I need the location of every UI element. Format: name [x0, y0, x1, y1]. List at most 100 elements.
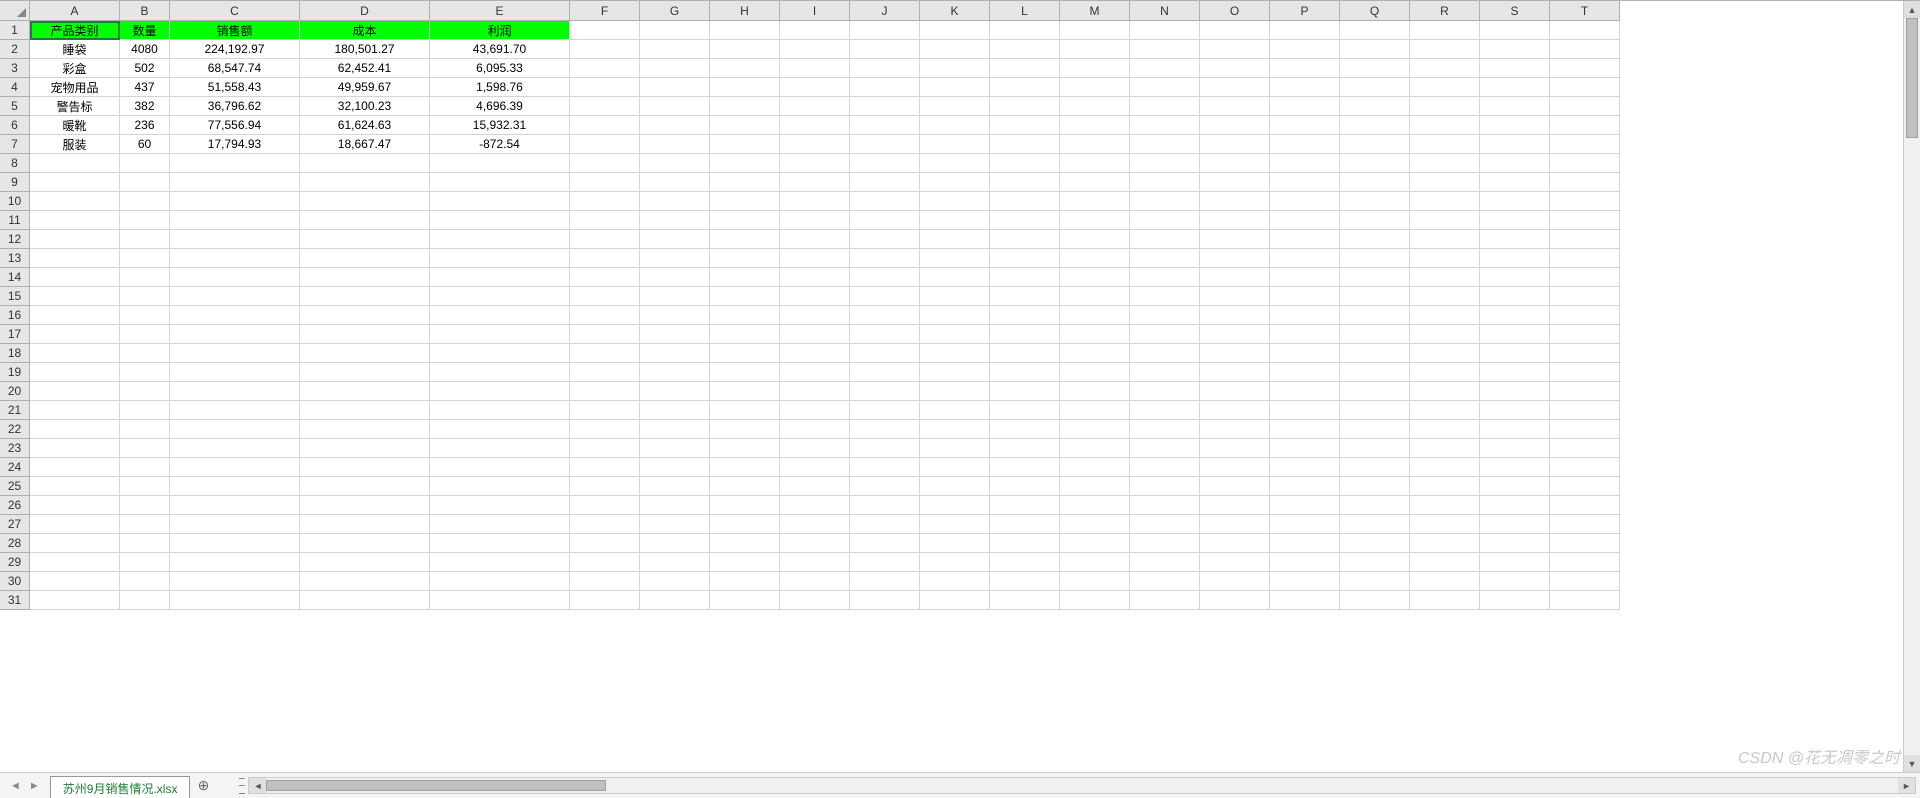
cell-R29[interactable]	[1410, 553, 1480, 572]
cell-T8[interactable]	[1550, 154, 1620, 173]
cell-J26[interactable]	[850, 496, 920, 515]
cell-B25[interactable]	[120, 477, 170, 496]
cell-M12[interactable]	[1060, 230, 1130, 249]
cell-C23[interactable]	[170, 439, 300, 458]
column-header-F[interactable]: F	[570, 1, 640, 21]
cell-C29[interactable]	[170, 553, 300, 572]
cell-N7[interactable]	[1130, 135, 1200, 154]
cell-L22[interactable]	[990, 420, 1060, 439]
cell-A13[interactable]	[30, 249, 120, 268]
cell-I1[interactable]	[780, 21, 850, 40]
cell-T14[interactable]	[1550, 268, 1620, 287]
cell-B16[interactable]	[120, 306, 170, 325]
cell-S13[interactable]	[1480, 249, 1550, 268]
cell-N24[interactable]	[1130, 458, 1200, 477]
cell-M15[interactable]	[1060, 287, 1130, 306]
cell-L5[interactable]	[990, 97, 1060, 116]
cell-L21[interactable]	[990, 401, 1060, 420]
cell-Q31[interactable]	[1340, 591, 1410, 610]
cell-S27[interactable]	[1480, 515, 1550, 534]
cell-E13[interactable]	[430, 249, 570, 268]
cell-J1[interactable]	[850, 21, 920, 40]
cell-H13[interactable]	[710, 249, 780, 268]
cell-D19[interactable]	[300, 363, 430, 382]
cell-J6[interactable]	[850, 116, 920, 135]
cell-L10[interactable]	[990, 192, 1060, 211]
cell-O8[interactable]	[1200, 154, 1270, 173]
cell-R2[interactable]	[1410, 40, 1480, 59]
cell-S24[interactable]	[1480, 458, 1550, 477]
cell-T12[interactable]	[1550, 230, 1620, 249]
cell-R26[interactable]	[1410, 496, 1480, 515]
cell-E25[interactable]	[430, 477, 570, 496]
cell-O23[interactable]	[1200, 439, 1270, 458]
cell-M14[interactable]	[1060, 268, 1130, 287]
cell-G2[interactable]	[640, 40, 710, 59]
scroll-up-icon[interactable]: ▲	[1904, 1, 1920, 18]
cell-E4[interactable]: 1,598.76	[430, 78, 570, 97]
cell-B22[interactable]	[120, 420, 170, 439]
cell-Q28[interactable]	[1340, 534, 1410, 553]
cell-C25[interactable]	[170, 477, 300, 496]
cell-T7[interactable]	[1550, 135, 1620, 154]
cell-B2[interactable]: 4080	[120, 40, 170, 59]
cell-A24[interactable]	[30, 458, 120, 477]
cell-H1[interactable]	[710, 21, 780, 40]
cell-T30[interactable]	[1550, 572, 1620, 591]
cell-N3[interactable]	[1130, 59, 1200, 78]
cell-F12[interactable]	[570, 230, 640, 249]
cell-T18[interactable]	[1550, 344, 1620, 363]
cell-F8[interactable]	[570, 154, 640, 173]
cell-F27[interactable]	[570, 515, 640, 534]
cell-D4[interactable]: 49,959.67	[300, 78, 430, 97]
cell-C3[interactable]: 68,547.74	[170, 59, 300, 78]
cell-L28[interactable]	[990, 534, 1060, 553]
cell-L20[interactable]	[990, 382, 1060, 401]
cell-R10[interactable]	[1410, 192, 1480, 211]
cell-I14[interactable]	[780, 268, 850, 287]
cell-A14[interactable]	[30, 268, 120, 287]
cell-I3[interactable]	[780, 59, 850, 78]
cell-A3[interactable]: 彩盒	[30, 59, 120, 78]
row-header-20[interactable]: 20	[0, 382, 30, 401]
cell-N27[interactable]	[1130, 515, 1200, 534]
column-header-S[interactable]: S	[1480, 1, 1550, 21]
cell-Q20[interactable]	[1340, 382, 1410, 401]
cell-L18[interactable]	[990, 344, 1060, 363]
cell-D12[interactable]	[300, 230, 430, 249]
cell-T2[interactable]	[1550, 40, 1620, 59]
cell-D6[interactable]: 61,624.63	[300, 116, 430, 135]
cell-P27[interactable]	[1270, 515, 1340, 534]
cell-N30[interactable]	[1130, 572, 1200, 591]
cell-F7[interactable]	[570, 135, 640, 154]
cell-Q16[interactable]	[1340, 306, 1410, 325]
cell-J13[interactable]	[850, 249, 920, 268]
cell-E12[interactable]	[430, 230, 570, 249]
cell-F4[interactable]	[570, 78, 640, 97]
cell-S15[interactable]	[1480, 287, 1550, 306]
cell-B5[interactable]: 382	[120, 97, 170, 116]
cell-N17[interactable]	[1130, 325, 1200, 344]
cell-N10[interactable]	[1130, 192, 1200, 211]
cell-D27[interactable]	[300, 515, 430, 534]
cell-K19[interactable]	[920, 363, 990, 382]
cell-O21[interactable]	[1200, 401, 1270, 420]
cell-T23[interactable]	[1550, 439, 1620, 458]
cell-D14[interactable]	[300, 268, 430, 287]
cell-A29[interactable]	[30, 553, 120, 572]
cell-F10[interactable]	[570, 192, 640, 211]
cell-R13[interactable]	[1410, 249, 1480, 268]
cell-K27[interactable]	[920, 515, 990, 534]
cell-P12[interactable]	[1270, 230, 1340, 249]
cell-grid[interactable]: 产品类别数量销售额成本利润睡袋4080224,192.97180,501.274…	[30, 21, 1903, 772]
cell-N25[interactable]	[1130, 477, 1200, 496]
cell-Q24[interactable]	[1340, 458, 1410, 477]
cell-E9[interactable]	[430, 173, 570, 192]
cell-M9[interactable]	[1060, 173, 1130, 192]
cell-N28[interactable]	[1130, 534, 1200, 553]
cell-G3[interactable]	[640, 59, 710, 78]
cell-G1[interactable]	[640, 21, 710, 40]
cell-E10[interactable]	[430, 192, 570, 211]
cell-G9[interactable]	[640, 173, 710, 192]
cell-K15[interactable]	[920, 287, 990, 306]
